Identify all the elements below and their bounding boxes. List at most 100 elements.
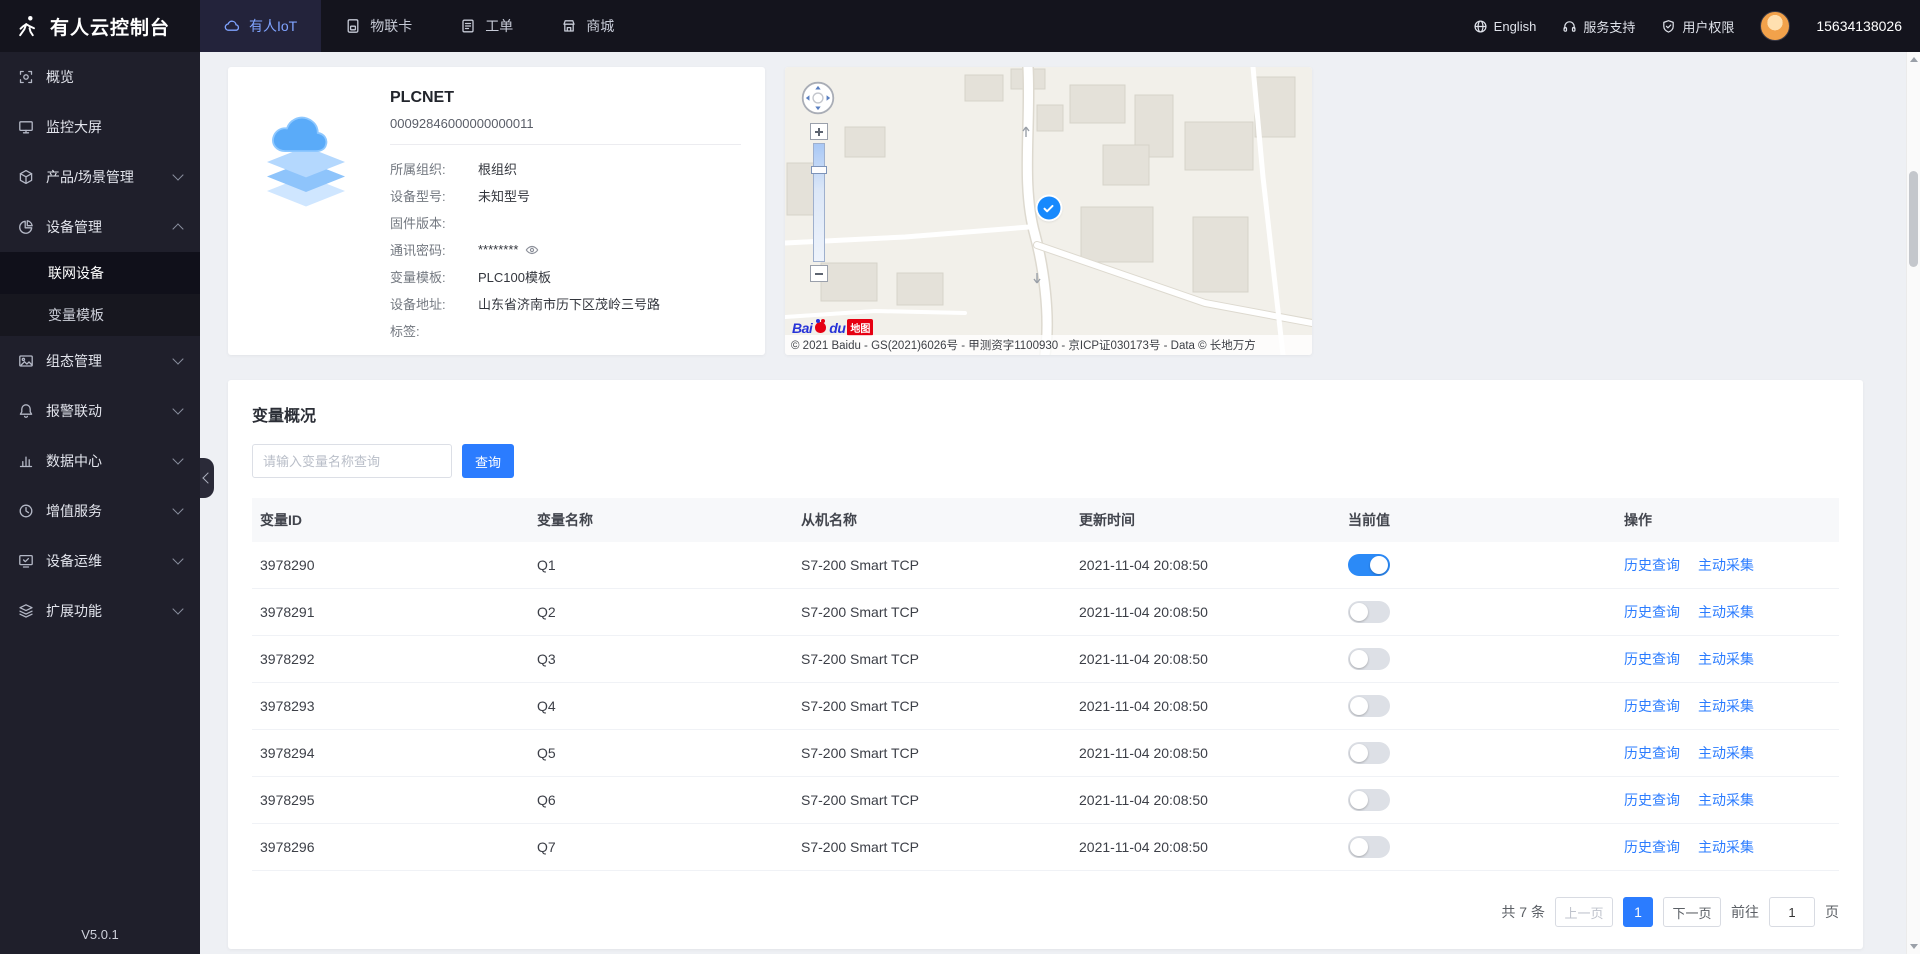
- prev-page-button[interactable]: 上一页: [1555, 897, 1613, 927]
- active-collect-link[interactable]: 主动采集: [1698, 696, 1754, 716]
- sidebar-item-product-management[interactable]: 产品/场景管理: [0, 152, 200, 202]
- scrollbar-down-icon[interactable]: [1910, 944, 1918, 949]
- sidebar-item-label: 概览: [46, 69, 74, 85]
- next-page-button[interactable]: 下一页: [1663, 897, 1721, 927]
- value-toggle[interactable]: [1348, 601, 1390, 623]
- sidebar-item-overview[interactable]: 概览: [0, 52, 200, 102]
- logo-person-icon: [16, 14, 40, 38]
- cell-current-value: [1344, 789, 1620, 811]
- tab-mall[interactable]: 商城: [537, 0, 638, 52]
- tab-work-order[interactable]: 工单: [436, 0, 537, 52]
- cell-variable-id: 3978295: [260, 792, 315, 808]
- active-collect-link[interactable]: 主动采集: [1698, 743, 1754, 763]
- cell-variable-name: Q6: [537, 792, 556, 808]
- device-fields: 所属组织: 根组织 设备型号: 未知型号 固件版本: 通讯密码: ******** 变量模板:…: [390, 155, 741, 344]
- map-device-marker[interactable]: [1037, 196, 1060, 220]
- active-collect-link[interactable]: 主动采集: [1698, 649, 1754, 669]
- value-toggle[interactable]: [1348, 742, 1390, 764]
- history-query-link[interactable]: 历史查询: [1624, 649, 1680, 669]
- active-collect-link[interactable]: 主动采集: [1698, 555, 1754, 575]
- page-scrollbar[interactable]: [1906, 52, 1920, 954]
- map-copyright: © 2021 Baidu - GS(2021)6026号 - 甲测资字11009…: [785, 335, 1312, 355]
- value-toggle[interactable]: [1348, 695, 1390, 717]
- cell-actions: 历史查询 主动采集: [1620, 602, 1835, 622]
- tab-iot[interactable]: 有人IoT: [200, 0, 322, 52]
- sidebar-item-device-ops[interactable]: 设备运维: [0, 536, 200, 586]
- active-collect-link[interactable]: 主动采集: [1698, 790, 1754, 810]
- scrollbar-up-icon[interactable]: [1910, 57, 1918, 62]
- field-label: 通讯密码:: [390, 243, 446, 258]
- variable-search-input[interactable]: [252, 444, 452, 478]
- sidebar-item-device-management[interactable]: 设备管理: [0, 202, 200, 252]
- history-query-link[interactable]: 历史查询: [1624, 790, 1680, 810]
- headset-icon: [1562, 19, 1577, 34]
- goto-page-input[interactable]: [1769, 897, 1815, 927]
- history-query-link[interactable]: 历史查询: [1624, 837, 1680, 857]
- map-zoom-in-button[interactable]: [810, 123, 828, 140]
- tab-label-iot: 有人IoT: [249, 18, 298, 34]
- toggle-knob: [1370, 556, 1388, 574]
- field-label: 变量模板:: [390, 270, 446, 285]
- tab-sim-card[interactable]: 物联卡: [321, 0, 436, 52]
- tab-label-sim-card: 物联卡: [370, 18, 413, 34]
- baidu-map-tag: 地图: [847, 319, 874, 336]
- header-cell: 操作: [1624, 512, 1652, 528]
- active-collect-link[interactable]: 主动采集: [1698, 602, 1754, 622]
- device-field: 设备型号: 未知型号: [390, 182, 741, 209]
- eye-icon[interactable]: [525, 243, 539, 257]
- field-label: 设备型号:: [390, 189, 446, 204]
- field-label: 固件版本:: [390, 216, 446, 231]
- sidebar-item-data-center[interactable]: 数据中心: [0, 436, 200, 486]
- active-collect-link[interactable]: 主动采集: [1698, 837, 1754, 857]
- user-avatar[interactable]: [1760, 11, 1791, 41]
- value-toggle[interactable]: [1348, 648, 1390, 670]
- map-zoom-slider-handle[interactable]: [811, 166, 827, 174]
- sidebar-item-value-added[interactable]: 增值服务: [0, 486, 200, 536]
- history-query-link[interactable]: 历史查询: [1624, 602, 1680, 622]
- user-phone: 15634138026: [1816, 18, 1902, 34]
- page-1-button[interactable]: 1: [1623, 897, 1653, 927]
- sidebar-item-config-management[interactable]: 组态管理: [0, 336, 200, 386]
- toggle-knob: [1350, 791, 1368, 809]
- table-header-row: 变量ID 变量名称 从机名称 更新时间 当前值 操作: [252, 498, 1839, 542]
- baidu-paw-icon: [815, 319, 827, 333]
- history-query-link[interactable]: 历史查询: [1624, 696, 1680, 716]
- sidebar-item-alarm-linkage[interactable]: 报警联动: [0, 386, 200, 436]
- language-label: English: [1493, 18, 1537, 34]
- topbar-permissions[interactable]: 用户权限: [1661, 17, 1734, 36]
- search-button[interactable]: 查询: [462, 444, 514, 478]
- value-toggle[interactable]: [1348, 836, 1390, 858]
- cell-variable-name: Q4: [537, 698, 556, 714]
- total-count: 共 7 条: [1501, 904, 1545, 920]
- sidebar-item-monitor-screen[interactable]: 监控大屏: [0, 102, 200, 152]
- support-label: 服务支持: [1583, 19, 1636, 35]
- map-zoom-out-button[interactable]: [810, 265, 828, 282]
- sidebar-subitem-variable-templates[interactable]: 变量模板: [0, 294, 200, 336]
- header-cell: 从机名称: [801, 512, 857, 528]
- cell-variable-id: 3978296: [260, 839, 315, 855]
- map-card[interactable]: Bai du 地图 © 2021 Baidu - GS(2021)6026号 -…: [785, 67, 1312, 355]
- sidebar-collapse-handle[interactable]: [200, 458, 214, 498]
- sidebar-item-label: 增值服务: [46, 503, 102, 519]
- cell-actions: 历史查询 主动采集: [1620, 649, 1835, 669]
- header-cell: 变量ID: [260, 512, 302, 528]
- device-field: 设备地址: 山东省济南市历下区茂岭三号路: [390, 290, 741, 317]
- sidebar-subitem-connected-devices[interactable]: 联网设备: [0, 252, 200, 294]
- topbar-language[interactable]: English: [1473, 17, 1537, 36]
- scrollbar-thumb[interactable]: [1909, 171, 1918, 267]
- field-value: 根组织: [478, 162, 518, 177]
- pagination: 共 7 条 上一页 1 下一页 前往 页: [252, 897, 1839, 927]
- cell-variable-name: Q3: [537, 651, 556, 667]
- history-query-link[interactable]: 历史查询: [1624, 555, 1680, 575]
- sidebar-item-extensions[interactable]: 扩展功能: [0, 586, 200, 636]
- topbar: 有人云控制台 有人IoT 物联卡 工单 商城 English 服务支持 用户权限 1563…: [0, 0, 1920, 52]
- value-toggle[interactable]: [1348, 789, 1390, 811]
- bell-icon: [18, 403, 34, 419]
- history-query-link[interactable]: 历史查询: [1624, 743, 1680, 763]
- value-toggle[interactable]: [1348, 554, 1390, 576]
- cell-update-time: 2021-11-04 20:08:50: [1079, 839, 1208, 855]
- map-pan-control[interactable]: [800, 80, 836, 116]
- map-zoom-slider[interactable]: [811, 143, 827, 262]
- topbar-support[interactable]: 服务支持: [1562, 17, 1635, 36]
- pie-icon: [18, 219, 34, 235]
